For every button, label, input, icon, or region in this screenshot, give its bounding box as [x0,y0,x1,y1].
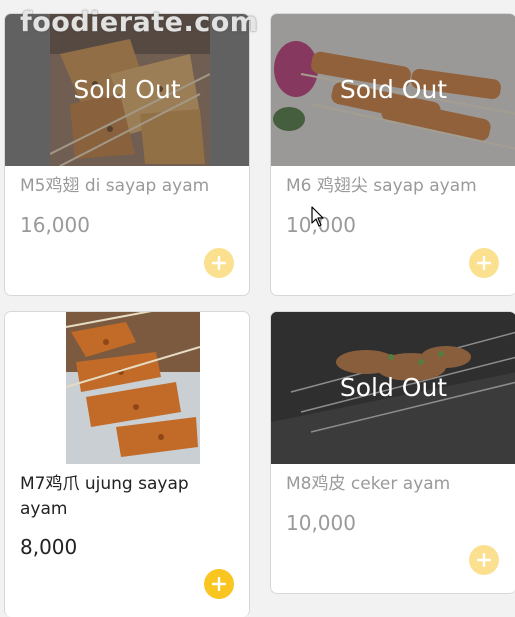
menu-item-price: 16,000 [20,213,90,237]
food-image-m7[interactable] [5,312,249,464]
add-to-cart-button[interactable] [469,545,499,575]
menu-item-price: 10,000 [286,511,356,535]
sold-out-label: Sold Out [73,75,181,104]
menu-item-title: M8鸡皮 ceker ayam [286,474,451,494]
menu-item-title: M7鸡爪 ujung sayap ayam [20,474,189,519]
plus-icon [477,553,491,567]
food-image-m8[interactable]: Sold Out [271,312,515,464]
menu-item-card-m8[interactable]: Sold Out M8鸡皮 ceker ayam 10,000 [270,311,515,594]
plus-icon [212,256,226,270]
plus-icon [477,256,491,270]
mouse-cursor-icon [311,206,324,227]
watermark-logo: foodierate.com [20,7,259,38]
food-image-m6[interactable]: Sold Out [271,14,515,166]
plus-icon [212,577,226,591]
menu-item-price: 8,000 [20,535,78,559]
sold-out-label: Sold Out [339,75,448,104]
add-to-cart-button[interactable] [204,569,234,599]
menu-item-card-m5[interactable]: Sold Out M5鸡翅 di sayap ayam 16,000 [4,13,250,296]
add-to-cart-button[interactable] [204,248,234,278]
chicken-feet-skewers-photo [66,312,200,464]
sold-out-label: Sold Out [339,373,448,402]
menu-item-title: M5鸡翅 di sayap ayam [20,176,210,196]
add-to-cart-button[interactable] [469,248,499,278]
menu-item-card-m6[interactable]: Sold Out M6 鸡翅尖 sayap ayam 10,000 [270,13,515,296]
menu-item-card-m7[interactable]: M7鸡爪 ujung sayap ayam 8,000 [4,311,250,617]
menu-item-title: M6 鸡翅尖 sayap ayam [286,176,477,196]
